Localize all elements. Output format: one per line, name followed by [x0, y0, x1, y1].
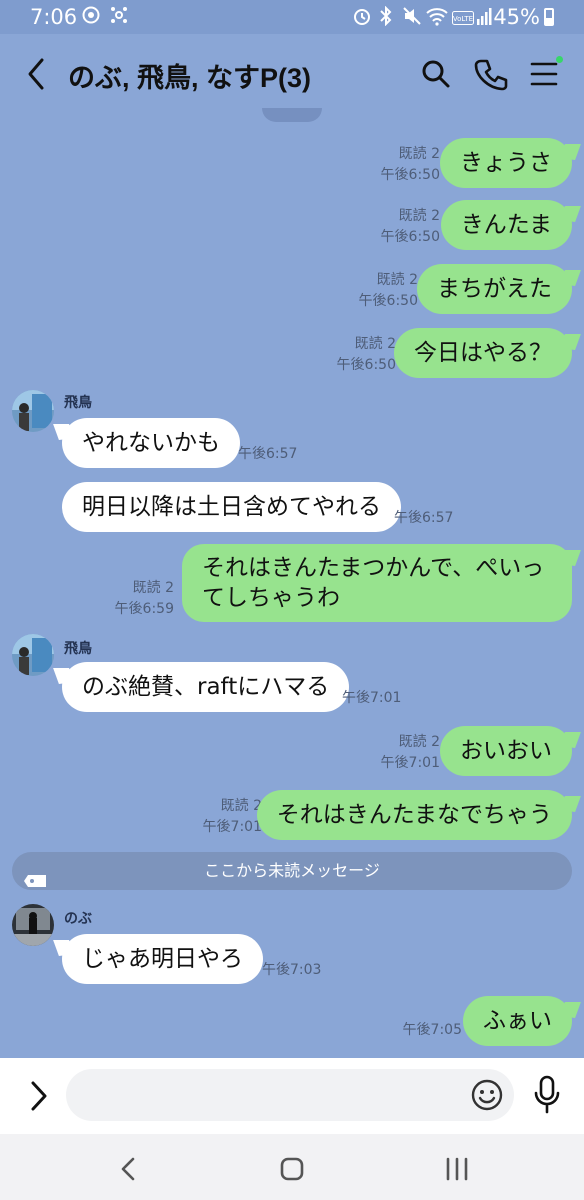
status-bar: 7:06 VoLTE 45% [0, 0, 584, 34]
message-meta: 既読 2 午後6:50 [337, 334, 396, 376]
message-meta: 既読 2 午後6:50 [381, 144, 440, 186]
message-time: 午後7:03 [262, 962, 322, 978]
message-time: 午後6:59 [114, 601, 174, 617]
message-time: 午後6:57 [238, 446, 298, 462]
message-time: 午後7:01 [202, 819, 262, 835]
message-item: 飛鳥 やれないかも 午後6:57 [0, 388, 584, 472]
emoji-icon[interactable] [470, 1078, 504, 1112]
message-item: 既読 2 午後6:50 きょうさ [0, 136, 584, 190]
battery-percent: 45% [493, 5, 540, 29]
read-receipt: 既読 2 [398, 208, 440, 224]
chat-header: のぶ, 飛鳥, なすP(3) [0, 34, 584, 114]
system-nav-bar [0, 1134, 584, 1200]
message-item: 既読 2 午後6:50 今日はやる？ [0, 326, 584, 380]
recents-nav-icon[interactable] [440, 1152, 474, 1186]
sender-name: 飛鳥 [64, 641, 92, 657]
message-bubble[interactable]: のぶ絶賛、raftにハマる [62, 662, 350, 712]
message-time: 午後7:05 [402, 1022, 462, 1038]
message-time: 午後6:50 [336, 357, 396, 373]
message-bubble[interactable]: きんたま [440, 200, 572, 250]
message-bubble[interactable]: きょうさ [440, 138, 572, 188]
message-item: 既読 2 午後6:59 それはきんたまつかんで、ぺいってしちゃうわ [0, 544, 584, 626]
mic-icon[interactable] [532, 1074, 562, 1116]
sender-name: のぶ [64, 911, 92, 927]
message-bubble[interactable]: まちがえた [417, 264, 572, 314]
message-bubble[interactable]: やれないかも [62, 418, 240, 468]
back-nav-icon[interactable] [112, 1152, 146, 1186]
chat-title: のぶ, 飛鳥, なすP(3) [68, 63, 312, 93]
message-bubble[interactable]: おいおい [440, 726, 572, 776]
avatar[interactable] [12, 634, 54, 676]
expand-icon[interactable] [24, 1078, 54, 1114]
message-time: 午後6:57 [394, 510, 454, 526]
read-receipt: 既読 2 [220, 798, 262, 814]
tag-icon [24, 864, 50, 887]
message-bubble[interactable]: 今日はやる？ [394, 328, 572, 378]
message-meta: 既読 2 午後7:01 [203, 796, 262, 838]
mute-icon [402, 6, 422, 31]
read-receipt: 既読 2 [398, 734, 440, 750]
alarm-icon [352, 6, 372, 31]
message-item: 明日以降は土日含めてやれる 午後6:57 [0, 482, 584, 536]
wifi-icon [426, 6, 448, 31]
message-item: 既読 2 午後6:50 きんたま [0, 198, 584, 252]
message-time: 午後6:50 [380, 229, 440, 245]
status-time: 7:06 [30, 5, 78, 29]
read-receipt: 既読 2 [132, 580, 174, 596]
network-icon [110, 6, 128, 29]
message-item: 午後7:05 ふぁい [0, 996, 584, 1050]
bluetooth-icon [378, 5, 394, 31]
message-bubble[interactable]: それはきんたまなでちゃう [256, 790, 572, 840]
message-input[interactable] [66, 1069, 514, 1121]
message-item: 既読 2 午後6:50 まちがえた [0, 262, 584, 316]
battery-icon [544, 8, 554, 26]
message-time: 午後7:01 [380, 755, 440, 771]
message-item: 既読 2 午後7:01 それはきんたまなでちゃう [0, 788, 584, 842]
phone-icon[interactable] [472, 56, 508, 92]
read-receipt: 既読 2 [354, 336, 396, 352]
message-meta: 既読 2 午後6:50 [381, 206, 440, 248]
svg-text:VoLTE: VoLTE [453, 15, 473, 23]
message-meta: 既読 2 午後6:50 [359, 270, 418, 312]
message-item: 飛鳥 のぶ絶賛、raftにハマる 午後7:01 [0, 632, 584, 716]
avatar[interactable] [12, 390, 54, 432]
message-bubble[interactable]: ふぁい [463, 996, 572, 1046]
unread-divider-label: ここから未読メッセージ [204, 861, 380, 880]
read-receipt: 既読 2 [398, 146, 440, 162]
read-receipt: 既読 2 [376, 272, 418, 288]
input-bar [0, 1058, 584, 1134]
message-time: 午後7:01 [342, 690, 402, 706]
pull-tab[interactable] [262, 108, 322, 122]
volte-icon: VoLTE [452, 9, 474, 30]
chevron-left-icon[interactable] [22, 54, 52, 94]
message-meta: 既読 2 午後7:01 [381, 732, 440, 774]
search-icon[interactable] [418, 56, 454, 92]
home-nav-icon[interactable] [275, 1152, 309, 1186]
message-item: 既読 2 午後7:01 おいおい [0, 724, 584, 778]
avatar[interactable] [12, 904, 54, 946]
message-item: のぶ じゃあ明日やろ 午後7:03 [0, 902, 584, 986]
message-bubble[interactable]: それはきんたまつかんで、ぺいってしちゃうわ [182, 544, 572, 622]
message-bubble[interactable]: じゃあ明日やろ [62, 934, 263, 984]
message-time: 午後6:50 [358, 293, 418, 309]
message-time: 午後6:50 [380, 167, 440, 183]
sender-name: 飛鳥 [64, 395, 92, 411]
online-indicator [556, 56, 563, 63]
unread-divider: ここから未読メッセージ [12, 852, 572, 890]
message-meta: 既読 2 午後6:59 [115, 578, 174, 620]
record-icon [82, 6, 100, 29]
signal-icon [476, 6, 492, 31]
message-bubble[interactable]: 明日以降は土日含めてやれる [62, 482, 401, 532]
